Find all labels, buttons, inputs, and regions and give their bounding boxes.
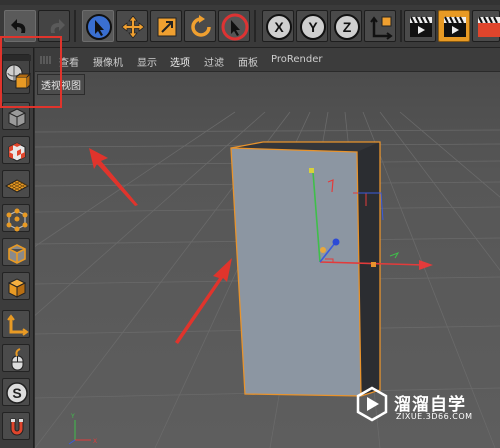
y-axis-letter: Y (308, 19, 318, 35)
world-axis-y-label: Y (70, 413, 75, 420)
svg-text:S: S (12, 385, 21, 401)
cube-front-face (231, 148, 361, 396)
watermark: 溜溜自学 ZIXUE.3D66.COM (352, 380, 500, 430)
live-select-icon (221, 13, 249, 41)
x-axis-lock-icon: X (266, 14, 292, 40)
move-icon (121, 15, 145, 39)
render-picture-viewer-button[interactable] (438, 10, 470, 42)
axis-mode-button[interactable] (2, 310, 30, 338)
select-cursor-icon (86, 14, 112, 40)
z-axis-lock-icon: Z (334, 14, 360, 40)
texture-mode-button[interactable] (2, 136, 30, 164)
render-view-icon (410, 16, 432, 37)
world-axis-x-label: X (93, 438, 97, 445)
viewport-menu-bar: 查看 摄像机 显示 选项 过滤 面板 ProRender (35, 48, 500, 72)
menu-filter[interactable]: 过滤 (204, 54, 224, 69)
coordinate-system-icon (370, 16, 393, 40)
toolbar-separator (74, 10, 76, 42)
menu-camera[interactable]: 摄像机 (93, 54, 123, 69)
magnet-icon (10, 418, 24, 436)
render-picture-viewer-icon (444, 16, 466, 37)
render-settings-button[interactable] (472, 10, 500, 42)
toolbar-separator (400, 10, 402, 42)
point-mode-button[interactable] (2, 204, 30, 232)
select-tool-button[interactable] (82, 10, 114, 42)
coordinate-system-button[interactable] (364, 10, 396, 42)
menu-view[interactable]: 查看 (59, 54, 79, 69)
magnet-button[interactable] (2, 412, 30, 440)
menu-bar-strip (0, 0, 500, 5)
left-mode-palette: S (0, 48, 34, 448)
cube-object[interactable] (230, 141, 381, 397)
tweak-mode-button[interactable] (2, 344, 30, 372)
workplane-mode-button[interactable] (2, 170, 30, 198)
main-toolbar: X Y Z (0, 0, 500, 48)
snap-button[interactable]: S (2, 378, 30, 406)
menu-options[interactable]: 选项 (170, 54, 190, 69)
point-mode-icon (6, 208, 28, 232)
rotate-tool-button[interactable] (184, 10, 216, 42)
scale-tool-button[interactable] (150, 10, 182, 42)
y-axis-lock-icon: Y (300, 14, 326, 40)
texture-mode-icon (8, 142, 26, 162)
y-axis-tip[interactable] (309, 168, 314, 173)
annotation-highlight-box (0, 36, 62, 108)
move-tool-button[interactable] (116, 10, 148, 42)
rotate-icon (191, 15, 211, 37)
x-axis-point[interactable] (371, 262, 376, 267)
polygon-mode-button[interactable] (2, 272, 30, 300)
menu-panel[interactable]: 面板 (238, 54, 258, 69)
menu-prorender[interactable]: ProRender (271, 54, 322, 65)
watermark-url: ZIXUE.3D66.COM (396, 412, 473, 421)
toolbar-separator (254, 10, 256, 42)
live-selection-button[interactable] (218, 10, 250, 42)
render-settings-icon (478, 16, 500, 37)
x-axis-letter: X (274, 19, 284, 35)
z-axis-lock-button[interactable]: Z (330, 10, 362, 42)
edge-mode-button[interactable] (2, 238, 30, 266)
scale-icon (157, 17, 177, 37)
tweak-mode-icon (11, 348, 24, 371)
polygon-mode-icon (7, 278, 27, 298)
snap-icon: S (6, 382, 28, 404)
y-axis-lock-button[interactable]: Y (296, 10, 328, 42)
axis-mode-icon (7, 314, 29, 336)
watermark-logo-icon (356, 386, 388, 422)
axis-center[interactable] (320, 247, 326, 253)
x-axis-lock-button[interactable]: X (262, 10, 294, 42)
menu-display[interactable]: 显示 (137, 54, 157, 69)
z-axis-letter: Z (343, 19, 352, 35)
render-view-button[interactable] (404, 10, 436, 42)
edge-mode-icon (8, 244, 26, 264)
z-axis-tip[interactable] (332, 238, 340, 246)
workplane-mode-icon (4, 179, 30, 193)
